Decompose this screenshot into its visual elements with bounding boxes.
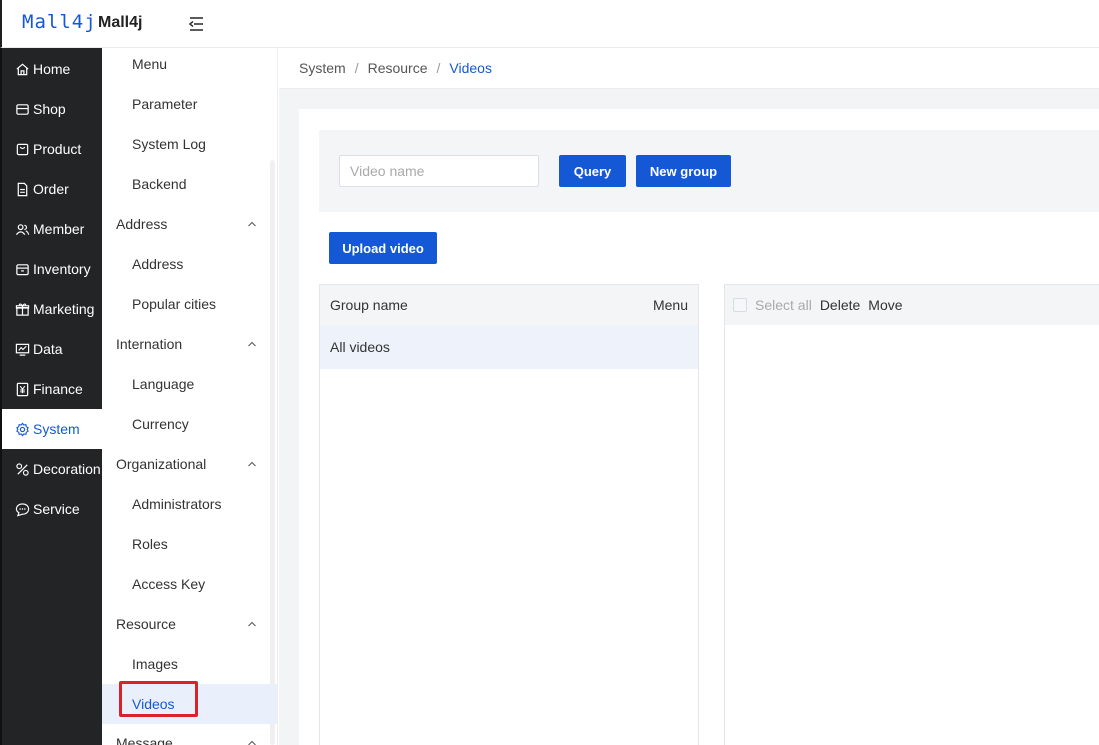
sidebar-item-images[interactable]: Images bbox=[102, 644, 277, 684]
nav-item-member[interactable]: Member bbox=[2, 209, 102, 249]
select-all-checkbox[interactable] bbox=[733, 298, 747, 312]
nav-label: Inventory bbox=[33, 261, 91, 277]
nav-item-home[interactable]: Home bbox=[2, 49, 102, 89]
member-icon bbox=[15, 223, 30, 235]
sidebar-group-resource[interactable]: Resource bbox=[102, 604, 277, 644]
sidebar-item-address[interactable]: Address bbox=[102, 244, 277, 284]
nav-label: Marketing bbox=[33, 301, 95, 317]
nav-item-marketing[interactable]: Marketing bbox=[2, 289, 102, 329]
chevron-up-icon bbox=[248, 461, 256, 467]
secondary-sidebar: Menu Parameter System Log Backend Addres… bbox=[102, 48, 278, 745]
main-content: System / Resource / Videos Query New gro… bbox=[279, 48, 1099, 745]
logo[interactable]: Mall4j bbox=[22, 11, 97, 33]
sidebar-group-label: Address bbox=[116, 216, 168, 232]
chevron-up-icon bbox=[248, 221, 256, 227]
upload-video-button[interactable]: Upload video bbox=[329, 232, 437, 264]
nav-label: Product bbox=[33, 141, 82, 157]
sidebar-item-language[interactable]: Language bbox=[102, 364, 277, 404]
group-name-header: Group name bbox=[330, 297, 408, 313]
primary-sidebar: Home Shop Product Order Member Inventory… bbox=[0, 48, 102, 745]
nav-label: System bbox=[33, 421, 80, 437]
nav-label: Shop bbox=[33, 101, 66, 117]
query-button[interactable]: Query bbox=[559, 155, 626, 187]
group-menu-header: Menu bbox=[652, 297, 688, 313]
chevron-up-icon bbox=[248, 341, 256, 347]
product-icon bbox=[16, 143, 29, 155]
nav-label: Data bbox=[33, 341, 63, 357]
order-icon bbox=[17, 182, 28, 196]
breadcrumb-system[interactable]: System bbox=[299, 60, 346, 76]
nav-item-decoration[interactable]: Decoration bbox=[2, 449, 102, 489]
sidebar-item-popular-cities[interactable]: Popular cities bbox=[102, 284, 277, 324]
nav-item-inventory[interactable]: Inventory bbox=[2, 249, 102, 289]
delete-action[interactable]: Delete bbox=[820, 297, 860, 313]
brand-name: Mall4j bbox=[98, 14, 143, 31]
chart-icon bbox=[15, 343, 30, 356]
sidebar-item-access-key[interactable]: Access Key bbox=[102, 564, 277, 604]
sidebar-item-parameter[interactable]: Parameter bbox=[102, 84, 277, 124]
gear-icon bbox=[16, 422, 29, 436]
breadcrumb-resource[interactable]: Resource bbox=[368, 60, 428, 76]
gift-icon bbox=[15, 302, 30, 316]
breadcrumb-current: Videos bbox=[449, 60, 492, 76]
nav-item-system[interactable]: System bbox=[2, 409, 102, 449]
top-bar: Mall4j Mall4j bbox=[0, 0, 1099, 48]
sidebar-group-label: Organizational bbox=[116, 456, 207, 472]
chevron-up-icon bbox=[248, 621, 256, 627]
sidebar-group-organizational[interactable]: Organizational bbox=[102, 444, 277, 484]
shop-icon bbox=[16, 103, 29, 115]
breadcrumb-separator: / bbox=[354, 60, 359, 76]
search-panel: Query New group bbox=[319, 130, 1099, 212]
nav-label: Member bbox=[33, 221, 85, 237]
new-group-button[interactable]: New group bbox=[636, 155, 731, 187]
inventory-icon bbox=[16, 263, 29, 275]
nav-item-data[interactable]: Data bbox=[2, 329, 102, 369]
chat-icon bbox=[15, 502, 30, 516]
sidebar-item-menu[interactable]: Menu bbox=[102, 48, 277, 84]
breadcrumb: System / Resource / Videos bbox=[279, 48, 1099, 89]
group-table-header: Group name Menu bbox=[320, 285, 698, 325]
nav-label: Order bbox=[33, 181, 69, 197]
nav-item-order[interactable]: Order bbox=[2, 169, 102, 209]
breadcrumb-separator: / bbox=[436, 60, 441, 76]
nav-item-product[interactable]: Product bbox=[2, 129, 102, 169]
sidebar-item-system-log[interactable]: System Log bbox=[102, 124, 277, 164]
group-panel: Group name Menu All videos bbox=[319, 284, 699, 745]
sidebar-item-currency[interactable]: Currency bbox=[102, 404, 277, 444]
sidebar-group-label: Message bbox=[116, 735, 173, 745]
sidebar-group-label: Resource bbox=[116, 616, 176, 632]
chevron-up-icon bbox=[248, 740, 256, 745]
collapse-menu-icon[interactable] bbox=[186, 14, 206, 34]
finance-icon bbox=[16, 382, 29, 396]
video-panel: Select all Delete Move bbox=[724, 284, 1099, 745]
group-row-all-videos[interactable]: All videos bbox=[320, 325, 698, 369]
nav-item-finance[interactable]: Finance bbox=[2, 369, 102, 409]
nav-label: Home bbox=[33, 61, 71, 77]
nav-item-service[interactable]: Service bbox=[2, 489, 102, 529]
sidebar-item-administrators[interactable]: Administrators bbox=[102, 484, 277, 524]
home-icon bbox=[16, 63, 29, 75]
sidebar-group-address[interactable]: Address bbox=[102, 204, 277, 244]
nav-label: Finance bbox=[33, 381, 83, 397]
content-card: Query New group Upload video Group name … bbox=[299, 109, 1099, 745]
sidebar-item-videos[interactable]: Videos bbox=[102, 684, 277, 724]
video-toolbar: Select all Delete Move bbox=[725, 285, 1099, 325]
sidebar-item-backend[interactable]: Backend bbox=[102, 164, 277, 204]
select-all-label[interactable]: Select all bbox=[755, 297, 812, 313]
sidebar-item-roles[interactable]: Roles bbox=[102, 524, 277, 564]
nav-item-shop[interactable]: Shop bbox=[2, 89, 102, 129]
nav-label: Decoration bbox=[33, 461, 101, 477]
decoration-icon bbox=[16, 462, 29, 476]
move-action[interactable]: Move bbox=[868, 297, 902, 313]
nav-label: Service bbox=[33, 501, 80, 517]
sidebar-group-internation[interactable]: Internation bbox=[102, 324, 277, 364]
video-name-input[interactable] bbox=[339, 155, 539, 187]
sidebar-group-message[interactable]: Message bbox=[102, 723, 277, 745]
sidebar-group-label: Internation bbox=[116, 336, 183, 352]
